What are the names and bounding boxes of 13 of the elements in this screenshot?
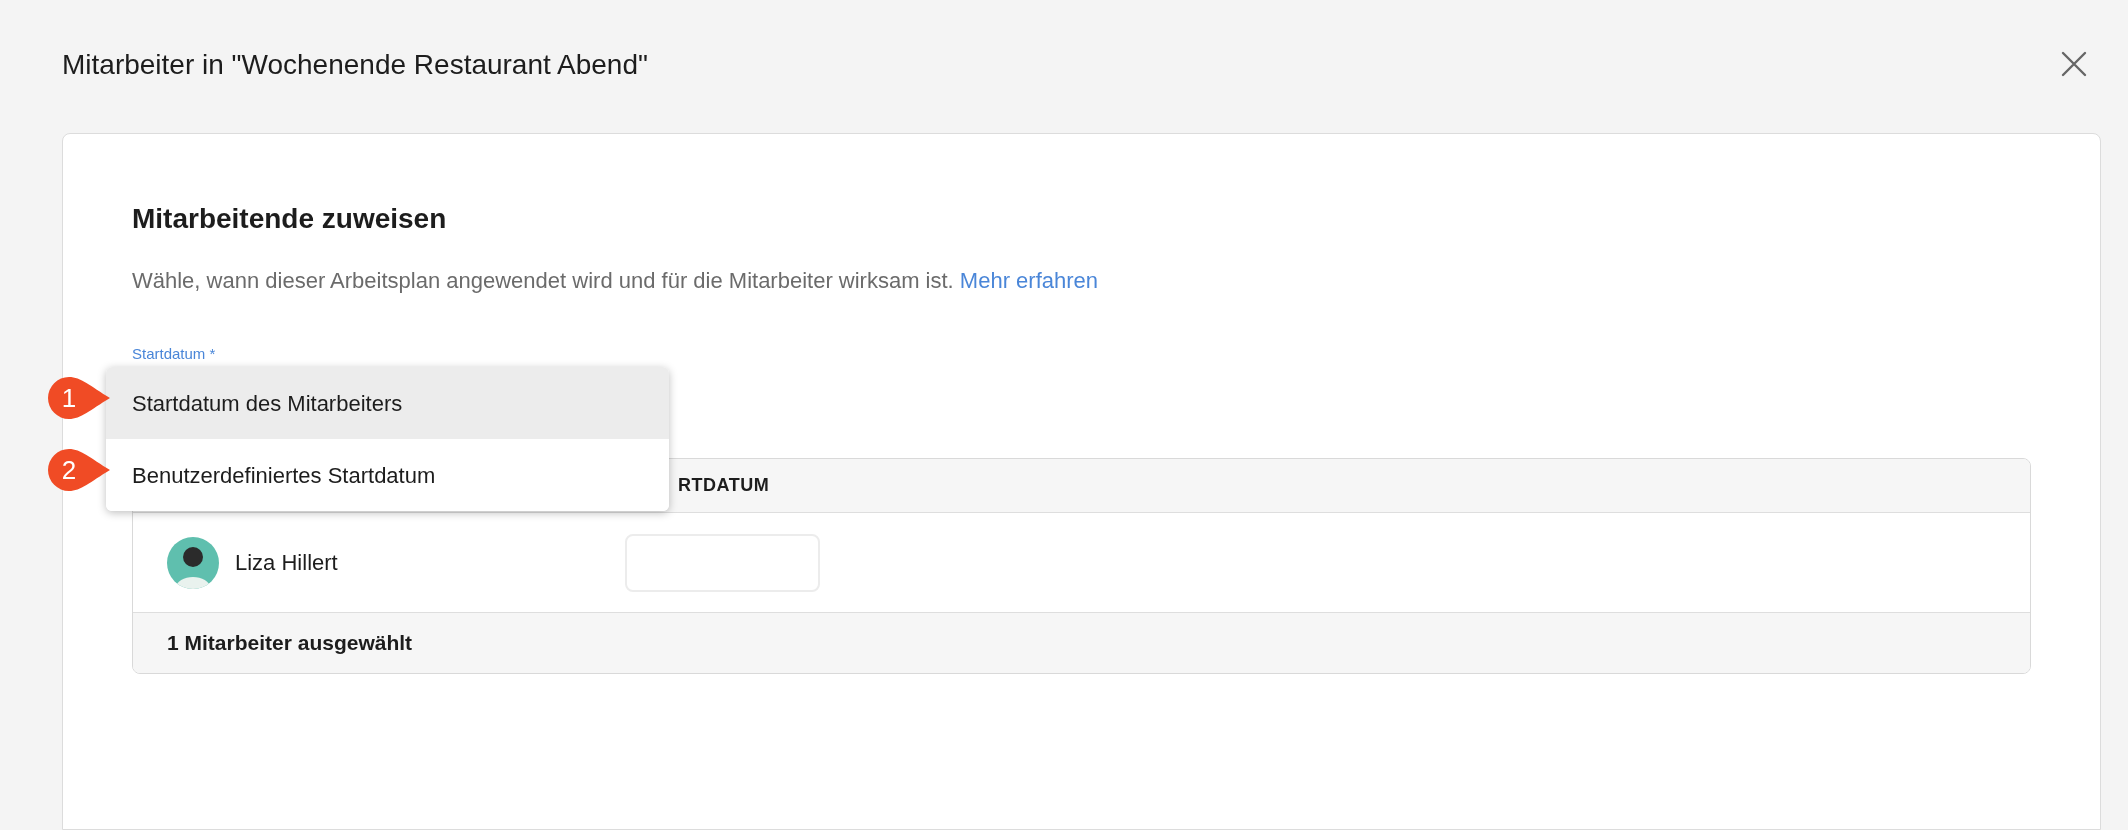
column-header: RTDATUM [678,474,770,497]
learn-more-link[interactable]: Mehr erfahren [959,268,1099,293]
avatar [167,536,219,589]
section-heading: Mitarbeitende zuweisen [132,202,448,236]
step-marker: 2 [48,449,112,491]
selection-count: 1 Mitarbeiter ausgewählt [167,630,413,657]
section-description: Wähle, wann dieser Arbeitsplan angewendet wird und für die Mitarbeiter wirksam ist. Mehr erfahren [132,267,1100,295]
step-marker: 1 [48,377,112,419]
dropdown-option[interactable]: Startdatum des Mitarbeiters [106,367,669,439]
employee-name: Liza Hillert [235,549,339,577]
field-label: Startdatum * [132,345,216,363]
dialog-title: Mitarbeiter in "Wochenende Restaurant Abend" [62,47,648,82]
dropdown-option[interactable]: Benutzerdefiniertes Startdatum [106,439,669,511]
